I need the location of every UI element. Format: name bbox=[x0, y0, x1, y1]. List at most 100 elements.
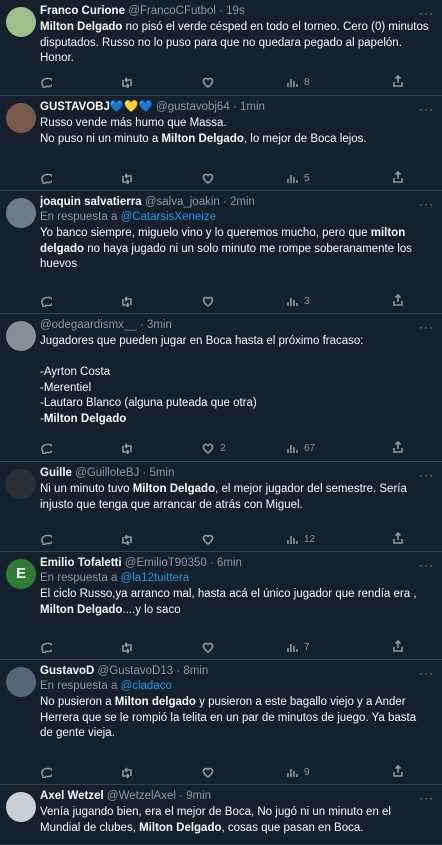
avatar[interactable] bbox=[6, 198, 36, 228]
avatar[interactable] bbox=[6, 667, 36, 697]
more-options-icon[interactable]: ··· bbox=[419, 197, 434, 211]
views-button[interactable]: 67 bbox=[286, 441, 315, 455]
like-button[interactable] bbox=[202, 294, 220, 308]
like-button[interactable] bbox=[202, 75, 220, 89]
handle[interactable]: @EmilioT90350 bbox=[125, 557, 207, 569]
share-button[interactable] bbox=[392, 293, 404, 309]
tweet-content: GUSTAVOBJ💙💛💙 @gustavobj64 · 1min Russo ve… bbox=[40, 100, 434, 147]
avatar[interactable] bbox=[6, 469, 36, 499]
reply-mention[interactable]: @la12tuittera bbox=[121, 572, 190, 584]
handle[interactable]: @GuilloteBJ bbox=[75, 467, 139, 479]
separator: · bbox=[229, 101, 240, 113]
text-line: Ni un minuto tuvo Milton Delgado, el mej… bbox=[40, 482, 434, 498]
tweet-actions: 7 bbox=[40, 639, 403, 654]
timestamp[interactable]: 1min bbox=[240, 101, 265, 113]
reply-mention[interactable]: @cladaco bbox=[121, 680, 172, 692]
tweet[interactable]: GUSTAVOBJ💙💛💙 @gustavobj64 · 1min Russo ve… bbox=[0, 96, 442, 191]
views-button[interactable]: 3 bbox=[286, 294, 310, 308]
avatar[interactable]: E bbox=[6, 559, 36, 589]
tweet-content: joaquin salvatierra @salva_joakin · 2min… bbox=[40, 195, 434, 273]
tweet[interactable]: Axel Wetzel @WetzelAxel · 9min Venía juga… bbox=[0, 785, 442, 845]
avatar[interactable] bbox=[6, 321, 36, 351]
reply-button[interactable] bbox=[40, 171, 58, 185]
timestamp[interactable]: 9min bbox=[186, 790, 211, 802]
display-name[interactable]: Franco Curione bbox=[40, 5, 125, 17]
display-name[interactable]: Emilio Tofaletti bbox=[40, 557, 122, 569]
handle[interactable]: @WetzelAxel bbox=[107, 790, 176, 802]
views-button[interactable]: 5 bbox=[286, 171, 310, 185]
share-button[interactable] bbox=[392, 639, 404, 655]
reply-button[interactable] bbox=[40, 441, 58, 455]
more-options-icon[interactable]: ··· bbox=[419, 320, 434, 334]
avatar[interactable] bbox=[6, 792, 36, 822]
timestamp[interactable]: 19s bbox=[226, 5, 245, 17]
share-button[interactable] bbox=[392, 74, 404, 90]
views-button[interactable]: 12 bbox=[286, 532, 315, 546]
views-button[interactable]: 7 bbox=[286, 640, 310, 654]
reply-button[interactable] bbox=[40, 75, 58, 89]
rt-icon bbox=[122, 296, 132, 307]
like-button[interactable] bbox=[202, 171, 220, 185]
retweet-button[interactable] bbox=[120, 171, 138, 185]
avatar[interactable] bbox=[6, 7, 36, 37]
reply-mention[interactable]: @CatarsisXeneize bbox=[121, 211, 216, 223]
text-plain: Honor. bbox=[40, 52, 74, 64]
text-line: -Milton Delgado bbox=[40, 412, 434, 428]
like-button[interactable] bbox=[202, 640, 220, 654]
views-count: 67 bbox=[304, 442, 316, 454]
tweet[interactable]: Franco Curione @FrancoCFutbol · 19s Milto… bbox=[0, 0, 442, 96]
like-button[interactable] bbox=[202, 765, 220, 779]
avatar[interactable] bbox=[6, 103, 36, 133]
tweet[interactable]: joaquin salvatierra @salva_joakin · 2min… bbox=[0, 191, 442, 314]
handle[interactable]: @gustavobj64 bbox=[156, 101, 230, 113]
display-name[interactable]: Guille bbox=[40, 467, 72, 479]
more-options-icon[interactable]: ··· bbox=[419, 6, 434, 20]
retweet-button[interactable] bbox=[120, 532, 138, 546]
tweet[interactable]: Guille @GuilloteBJ · 5min Ni un minuto tu… bbox=[0, 462, 442, 552]
retweet-button[interactable] bbox=[120, 441, 138, 455]
like-button[interactable] bbox=[202, 532, 220, 546]
timestamp[interactable]: 2min bbox=[230, 196, 255, 208]
reply-button[interactable] bbox=[40, 532, 58, 546]
tweet[interactable]: @odegaardismx__ · 3min Jugadores que pued… bbox=[0, 314, 442, 462]
handle[interactable]: @GustavoD13 bbox=[98, 665, 174, 677]
reply-button[interactable] bbox=[40, 765, 58, 779]
retweet-button[interactable] bbox=[120, 640, 138, 654]
more-options-icon[interactable]: ··· bbox=[419, 468, 434, 482]
timestamp[interactable]: 3min bbox=[147, 319, 172, 331]
views-button[interactable]: 9 bbox=[286, 765, 310, 779]
more-options-icon[interactable]: ··· bbox=[419, 102, 434, 116]
reply-prefix: En respuesta a bbox=[40, 680, 121, 692]
tweet[interactable]: GustavoD @GustavoD13 · 8min En respuesta … bbox=[0, 660, 442, 785]
more-options-icon[interactable]: ··· bbox=[419, 666, 434, 680]
timestamp[interactable]: 5min bbox=[149, 467, 174, 479]
more-options-icon[interactable]: ··· bbox=[419, 558, 434, 572]
text-plain: , cosas que pasan en Boca. bbox=[221, 821, 364, 834]
views-button[interactable]: 8 bbox=[286, 75, 310, 89]
display-name[interactable]: GustavoD bbox=[40, 665, 94, 677]
handle[interactable]: @FrancoCFutbol bbox=[128, 5, 216, 17]
more-options-icon[interactable]: ··· bbox=[419, 791, 434, 805]
handle[interactable]: @odegaardismx__ bbox=[40, 319, 137, 331]
retweet-button[interactable] bbox=[120, 294, 138, 308]
share-button[interactable] bbox=[392, 170, 404, 186]
timestamp[interactable]: 6min bbox=[217, 557, 242, 569]
share-button[interactable] bbox=[392, 440, 404, 456]
separator: · bbox=[173, 665, 184, 677]
handle[interactable]: @salva_joakin bbox=[145, 196, 220, 208]
reply-button[interactable] bbox=[40, 294, 58, 308]
display-name[interactable]: GUSTAVOBJ💙💛💙 bbox=[40, 101, 153, 113]
share-button[interactable] bbox=[392, 764, 404, 780]
tweet[interactable]: E Emilio Tofaletti @EmilioT90350 · 6min En… bbox=[0, 552, 442, 660]
text-plain: Ni un minuto tuvo bbox=[40, 483, 133, 495]
display-name[interactable]: joaquin salvatierra bbox=[40, 196, 142, 208]
share-button[interactable] bbox=[392, 531, 404, 547]
tweet-feed: Franco Curione @FrancoCFutbol · 19s Milto… bbox=[0, 0, 442, 845]
reply-button[interactable] bbox=[40, 640, 58, 654]
timestamp[interactable]: 8min bbox=[183, 665, 208, 677]
display-name[interactable]: Axel Wetzel bbox=[40, 790, 104, 802]
retweet-button[interactable] bbox=[120, 765, 138, 779]
retweet-button[interactable] bbox=[120, 75, 138, 89]
views-icon bbox=[287, 298, 298, 306]
like-button[interactable]: 2 bbox=[202, 441, 226, 455]
